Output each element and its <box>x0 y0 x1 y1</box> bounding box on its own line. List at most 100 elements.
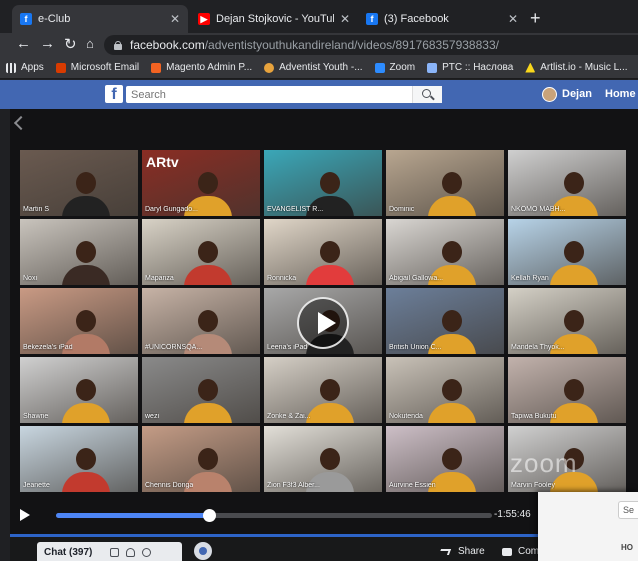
bookmark-label: Artlist.io - Music L... <box>540 62 628 73</box>
new-tab-icon[interactable]: + <box>530 8 541 29</box>
chat-label: Chat (397) <box>44 546 93 558</box>
participant-face <box>564 379 584 401</box>
participant-name: Ronnicka <box>267 275 297 282</box>
people-icon[interactable] <box>126 547 136 557</box>
close-tab-icon[interactable]: ✕ <box>508 12 518 26</box>
address-bar[interactable]: facebook.com/adventistyouthukandireland/… <box>104 35 638 55</box>
participant-name: Mandela Thyok... <box>511 344 565 351</box>
comment-label: Com <box>518 546 540 557</box>
bookmark-label: Adventist Youth -... <box>279 62 363 73</box>
bookmark-label: Apps <box>21 62 44 73</box>
artv-poster-text: ARtv <box>146 154 179 170</box>
play-overlay-button[interactable] <box>297 297 349 349</box>
participant-tile: Bekezela's iPad <box>20 288 138 354</box>
bookmark-label: PTC :: Наслова <box>442 62 514 73</box>
chat-tab[interactable]: Chat (397) <box>37 542 182 561</box>
zoom-watermark: zoom <box>510 448 578 478</box>
participant-tile: Chennis Donga <box>142 426 260 492</box>
bookmark-adventist-youth[interactable]: Adventist Youth -... <box>264 62 363 73</box>
tab-e-club[interactable]: f e-Club ✕ <box>12 5 188 33</box>
facebook-icon: f <box>366 13 378 25</box>
participant-name: Tapiwa Bukutu <box>511 413 557 420</box>
bookmark-apps[interactable]: Apps <box>6 62 44 73</box>
participant-face <box>76 448 96 470</box>
participant-face <box>76 379 96 401</box>
adventist-youth-icon <box>264 62 275 73</box>
participant-name: #UNICORNSQA... <box>145 344 203 351</box>
bookmark-microsoft-email[interactable]: Microsoft Email <box>55 62 140 73</box>
participant-name: Chennis Donga <box>145 482 194 489</box>
participant-name: Mapanza <box>145 275 174 282</box>
comment-button[interactable]: Com <box>502 546 539 557</box>
participant-tile: Tapiwa Bukutu <box>508 357 626 423</box>
messenger-icon[interactable] <box>194 542 212 560</box>
participant-tile: ARtv Daryl Gungado... <box>142 150 260 216</box>
progress-handle[interactable] <box>202 509 216 522</box>
tab-facebook[interactable]: f (3) Facebook ✕ <box>358 5 526 33</box>
participant-name: NKOMO MABH... <box>511 206 566 213</box>
close-tab-icon[interactable]: ✕ <box>170 12 180 26</box>
tab-title: (3) Facebook <box>384 13 449 25</box>
forward-arrow-icon[interactable]: → <box>40 35 55 52</box>
participant-tile: Dominic <box>386 150 504 216</box>
participant-tile: Zonke & Zai... <box>264 357 382 423</box>
gear-icon[interactable] <box>142 547 152 557</box>
participant-tile: Mandela Thyok... <box>508 288 626 354</box>
tab-youtube[interactable]: ▶ Dejan Stojkovic - YouTube ✕ <box>190 5 358 33</box>
participant-tile: Noxi <box>20 219 138 285</box>
share-label: Share <box>458 546 485 557</box>
play-icon[interactable] <box>20 509 30 521</box>
participant-tile: Aurvine Essien <box>386 426 504 492</box>
participant-face <box>76 172 96 194</box>
facebook-logo[interactable]: f <box>105 85 123 103</box>
share-button[interactable]: Share <box>438 546 485 557</box>
bookmark-artlist[interactable]: Artlist.io - Music L... <box>525 62 628 73</box>
participant-tile: Ronnicka <box>264 219 382 285</box>
profile-name-link[interactable]: Dejan <box>562 88 592 100</box>
reload-icon[interactable]: ↻ <box>64 35 77 53</box>
participant-tile: British Union C... <box>386 288 504 354</box>
bookmark-ptc[interactable]: PTC :: Наслова <box>427 62 513 73</box>
apps-grid-icon <box>6 62 16 73</box>
participant-name: Leena's iPad <box>267 344 308 351</box>
office-icon <box>55 62 66 73</box>
browser-tab-strip: f e-Club ✕ ▶ Dejan Stojkovic - YouTube ✕… <box>0 0 638 33</box>
home-link[interactable]: Home <box>605 88 636 100</box>
participant-face <box>76 241 96 263</box>
browser-toolbar: ← → ↻ ⌂ facebook.com/adventistyouthukand… <box>0 33 638 57</box>
participant-tile: Mapanza <box>142 219 260 285</box>
participant-name: Kellah Ryan <box>511 275 549 282</box>
bookmark-label: Microsoft Email <box>70 62 140 73</box>
participant-face <box>564 172 584 194</box>
participant-name: Dominic <box>389 206 415 213</box>
artlist-icon <box>525 62 536 73</box>
participant-tile: Jeanette <box>20 426 138 492</box>
facebook-header: f Dejan Home <box>0 80 638 109</box>
participant-tile: EVANGELIST R... <box>264 150 382 216</box>
url-host: facebook.com <box>130 38 205 52</box>
participant-tile: Zion F3f3 Alber... <box>264 426 382 492</box>
bookmark-magento[interactable]: Magento Admin P... <box>151 62 252 73</box>
back-arrow-icon[interactable]: ← <box>16 35 31 52</box>
avatar[interactable] <box>542 87 557 102</box>
bookmark-label: Magento Admin P... <box>166 62 253 73</box>
participant-name: Aurvine Essien <box>389 482 436 489</box>
bookmark-zoom[interactable]: Zoom <box>374 62 415 73</box>
home-icon[interactable]: ⌂ <box>86 36 94 51</box>
participant-face <box>198 448 218 470</box>
participant-name: Zonke & Zai... <box>267 413 311 420</box>
participant-name: Abigail Gallowa... <box>389 275 444 282</box>
participant-face <box>442 310 462 332</box>
participant-name: Zion F3f3 Alber... <box>267 482 320 489</box>
participant-face <box>198 379 218 401</box>
search-icon[interactable] <box>412 86 442 103</box>
participant-face <box>198 241 218 263</box>
youtube-icon: ▶ <box>198 13 210 25</box>
url-path: /adventistyouthukandireland/videos/89176… <box>204 38 499 52</box>
participant-name: EVANGELIST R... <box>267 206 324 213</box>
facebook-search-input[interactable] <box>126 86 442 103</box>
close-tab-icon[interactable]: ✕ <box>340 12 350 26</box>
lock-icon <box>114 40 122 50</box>
progress-bar[interactable] <box>56 509 492 522</box>
compose-icon[interactable] <box>110 547 120 557</box>
